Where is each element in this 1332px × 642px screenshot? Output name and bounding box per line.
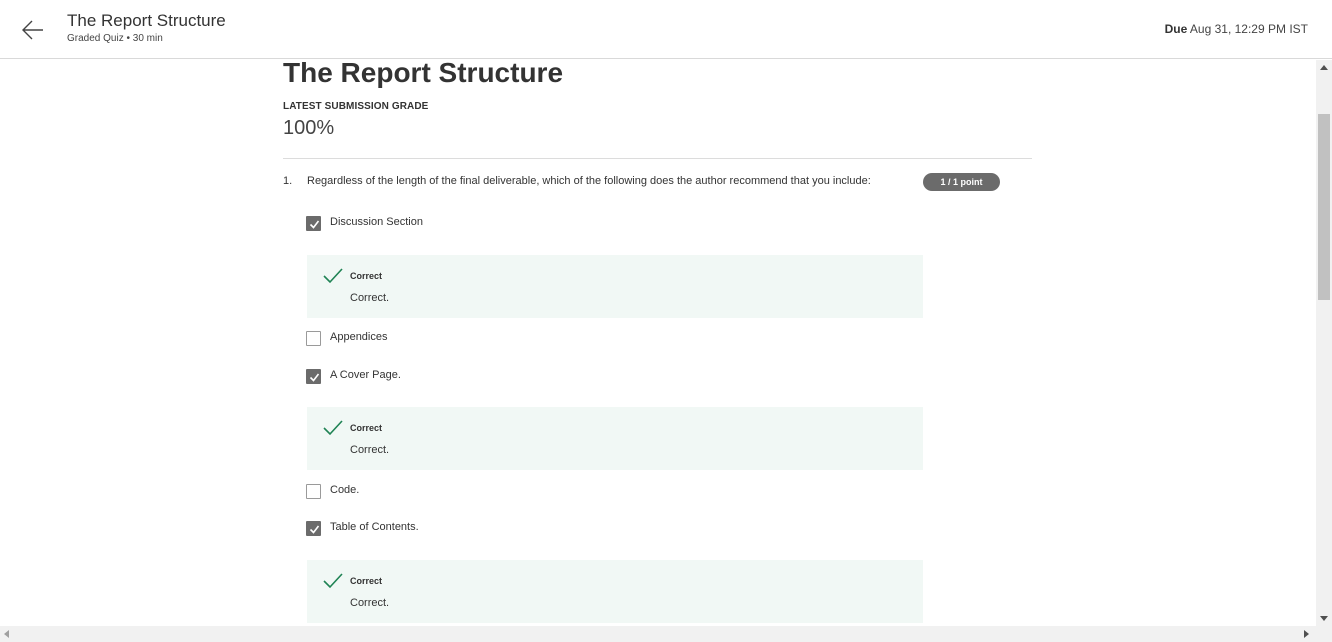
scrollbar-thumb[interactable] <box>1318 114 1330 300</box>
option-label: Table of Contents. <box>330 521 419 533</box>
feedback-text: Correct. <box>350 597 390 609</box>
grade-label: LATEST SUBMISSION GRADE <box>283 101 429 112</box>
feedback-correct: Correct Correct. <box>307 255 923 318</box>
due-label: Due <box>1164 22 1188 36</box>
scroll-up-icon[interactable] <box>1320 65 1328 70</box>
scroll-right-icon[interactable] <box>1304 630 1309 638</box>
checkbox-checked[interactable] <box>306 216 321 231</box>
scroll-left-icon[interactable] <box>4 630 9 638</box>
header-subtitle: Graded Quiz • 30 min <box>67 33 163 44</box>
page-title: The Report Structure <box>283 60 564 88</box>
main-content: The Report Structure LATEST SUBMISSION G… <box>0 60 1316 626</box>
check-icon <box>309 373 320 382</box>
option-label: Appendices <box>330 331 388 343</box>
check-icon <box>309 220 320 229</box>
checkmark-icon <box>323 268 343 284</box>
back-arrow-icon[interactable] <box>20 17 46 43</box>
feedback-text: Correct. <box>350 292 390 304</box>
checkmark-icon <box>323 573 343 589</box>
feedback-correct: Correct Correct. <box>307 560 923 623</box>
points-badge: 1 / 1 point <box>923 173 1000 191</box>
top-bar: The Report Structure Graded Quiz • 30 mi… <box>0 0 1332 59</box>
option-label: A Cover Page. <box>330 369 401 381</box>
due-value: Aug 31, 12:29 PM IST <box>1189 22 1308 36</box>
option-label: Code. <box>330 484 360 496</box>
due-date: Due Aug 31, 12:29 PM IST <box>1165 22 1308 36</box>
question-text: Regardless of the length of the final de… <box>307 175 871 187</box>
checkbox-unchecked[interactable] <box>306 331 321 346</box>
checkbox-checked[interactable] <box>306 369 321 384</box>
header-title: The Report Structure <box>67 11 226 30</box>
question-number: 1. <box>283 175 293 187</box>
divider <box>283 158 1032 159</box>
checkmark-icon <box>323 420 343 436</box>
feedback-title: Correct <box>350 576 383 586</box>
check-icon <box>309 525 320 534</box>
scroll-down-icon[interactable] <box>1320 616 1328 621</box>
feedback-text: Correct. <box>350 444 390 456</box>
checkbox-checked[interactable] <box>306 521 321 536</box>
feedback-correct: Correct Correct. <box>307 407 923 470</box>
feedback-title: Correct <box>350 423 383 433</box>
option-label: Discussion Section <box>330 216 423 228</box>
vertical-scrollbar[interactable] <box>1316 60 1332 626</box>
feedback-title: Correct <box>350 271 383 281</box>
checkbox-unchecked[interactable] <box>306 484 321 499</box>
horizontal-scrollbar[interactable] <box>0 626 1332 642</box>
grade-value: 100% <box>283 117 335 139</box>
